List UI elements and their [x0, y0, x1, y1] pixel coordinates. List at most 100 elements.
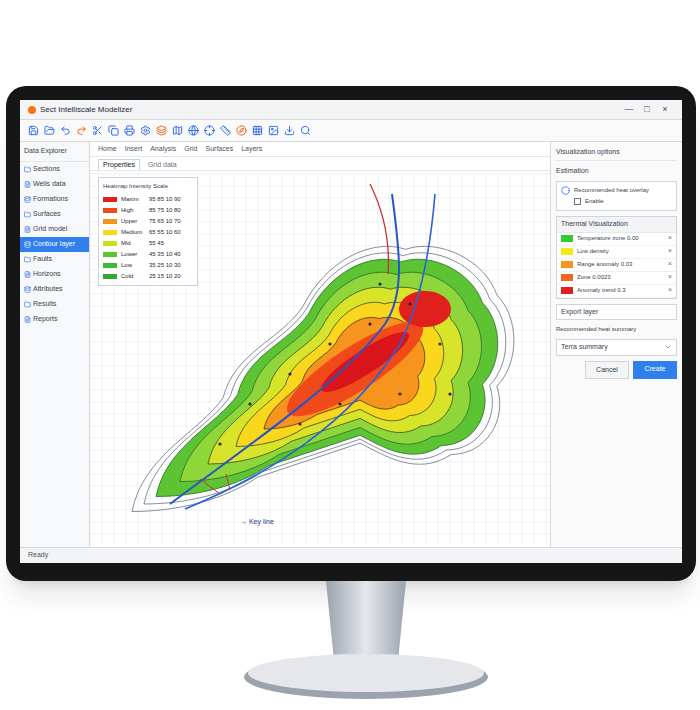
thermal-item[interactable]: Zone 0.0023× — [557, 272, 676, 285]
tool-icon[interactable] — [220, 125, 231, 136]
sidebar: Data ExplorerSectionsWells dataFormation… — [20, 142, 90, 547]
item-icon — [24, 286, 31, 293]
legend: Heatmap Intensity ScaleMaxim95 85 10 90H… — [98, 177, 198, 286]
ribbon-item[interactable]: Grid — [184, 144, 197, 155]
tool-icon[interactable] — [44, 125, 55, 136]
legend-row: Lower45 35 10 40 — [103, 250, 193, 259]
title-bar: Sect Intelliscale Modelizer—□× — [20, 100, 682, 120]
legend-swatch — [103, 263, 117, 268]
sample-point[interactable] — [328, 342, 331, 345]
sample-point[interactable] — [298, 422, 301, 425]
sample-point[interactable] — [378, 282, 381, 285]
item-icon — [24, 226, 31, 233]
thermal-item[interactable]: Low density× — [557, 246, 676, 259]
sidebar-item[interactable]: Wells data — [20, 177, 89, 192]
sidebar-item[interactable]: Attributes — [20, 282, 89, 297]
legend-row: Cold25 15 10 20 — [103, 272, 193, 281]
ribbon-item[interactable]: Layers — [241, 144, 262, 155]
tool-icon[interactable] — [156, 125, 167, 136]
tool-icon[interactable] — [28, 125, 39, 136]
item-icon — [24, 166, 31, 173]
summary-dropdown[interactable]: Terra summary — [556, 339, 677, 356]
legend-swatch — [103, 274, 117, 279]
thermal-swatch — [561, 261, 573, 268]
remove-button[interactable]: × — [668, 246, 672, 257]
tool-icon[interactable] — [124, 125, 135, 136]
map-area: Home Insert Analysis Grid Surfaces Layers Prop… — [90, 142, 550, 547]
thermal-item[interactable]: Range anomaly 0.03× — [557, 259, 676, 272]
tool-icon[interactable] — [252, 125, 263, 136]
map-tabs: Properties Grid data — [90, 157, 550, 171]
tool-icon[interactable] — [284, 125, 295, 136]
tool-icon[interactable] — [172, 125, 183, 136]
sample-point[interactable] — [288, 372, 291, 375]
sidebar-item[interactable]: Reports — [20, 312, 89, 327]
legend-row: Maxim95 85 10 90 — [103, 195, 193, 204]
tool-icon[interactable] — [268, 125, 279, 136]
ribbon-item[interactable]: Insert — [125, 144, 143, 155]
remove-button[interactable]: × — [668, 272, 672, 283]
sample-point[interactable] — [438, 342, 441, 345]
overlay-option[interactable]: Recommended heat overlayEnable — [556, 181, 677, 211]
section-label: Estimation — [556, 166, 677, 177]
sidebar-item[interactable]: Formations — [20, 192, 89, 207]
tool-icon[interactable] — [108, 125, 119, 136]
legend-swatch — [103, 241, 117, 246]
sample-point[interactable] — [408, 302, 411, 305]
enable-checkbox[interactable] — [574, 198, 581, 205]
tool-icon[interactable] — [204, 125, 215, 136]
sidebar-item[interactable]: Sections — [20, 162, 89, 177]
remove-button[interactable]: × — [668, 233, 672, 244]
sidebar-item[interactable]: Results — [20, 297, 89, 312]
sidebar-item[interactable]: Contour layer — [20, 237, 89, 252]
ribbon-item[interactable]: Analysis — [150, 144, 176, 155]
dialog-button[interactable]: Cancel — [585, 361, 629, 380]
legend-row: Medium65 55 10 60 — [103, 228, 193, 237]
tool-icon[interactable] — [300, 125, 311, 136]
item-icon — [24, 211, 31, 218]
tool-icon[interactable] — [236, 125, 247, 136]
trace-line[interactable] — [370, 184, 388, 274]
item-icon — [24, 316, 31, 323]
sample-point[interactable] — [398, 392, 401, 395]
window-control[interactable]: × — [656, 103, 674, 117]
thermal-item[interactable]: Anomaly trend 0.3× — [557, 285, 676, 298]
ribbon-item[interactable]: Surfaces — [206, 144, 234, 155]
sidebar-item[interactable]: Horizons — [20, 267, 89, 282]
map-tab[interactable]: Grid data — [144, 160, 181, 171]
thermal-item[interactable]: Temperature zone 0.00× — [557, 233, 676, 246]
tool-icon[interactable] — [140, 125, 151, 136]
export-field[interactable]: Export layer — [556, 304, 677, 321]
legend-row: Upper75 65 10 70 — [103, 217, 193, 226]
remove-button[interactable]: × — [668, 285, 672, 296]
heat-contour — [144, 253, 506, 504]
sample-point[interactable] — [448, 392, 451, 395]
toolbar — [20, 120, 682, 142]
tool-icon[interactable] — [76, 125, 87, 136]
map-canvas[interactable]: Heatmap Intensity ScaleMaxim95 85 10 90H… — [90, 171, 550, 547]
sample-point[interactable] — [218, 442, 221, 445]
list-title: Thermal Visualization — [557, 217, 676, 233]
sidebar-item[interactable]: Surfaces — [20, 207, 89, 222]
tool-icon[interactable] — [60, 125, 71, 136]
sidebar-item[interactable]: Grid model — [20, 222, 89, 237]
remove-button[interactable]: × — [668, 259, 672, 270]
status-text: Ready — [28, 550, 48, 561]
ribbon-item[interactable]: Home — [98, 144, 117, 155]
heat-core — [276, 307, 434, 431]
window-control[interactable]: — — [620, 103, 638, 117]
tool-icon[interactable] — [188, 125, 199, 136]
dialog-button[interactable]: Create — [633, 361, 677, 380]
window-title: Sect Intelliscale Modelizer — [40, 104, 620, 116]
sidebar-item[interactable]: Faults — [20, 252, 89, 267]
legend-swatch — [103, 252, 117, 257]
trace-line[interactable] — [185, 194, 435, 509]
sample-point[interactable] — [248, 402, 251, 405]
tool-icon[interactable] — [92, 125, 103, 136]
window-control[interactable]: □ — [638, 103, 656, 117]
app-window: Sect Intelliscale Modelizer—□×Data Explo… — [20, 100, 682, 563]
map-tab[interactable]: Properties — [98, 159, 140, 171]
sample-point[interactable] — [368, 322, 371, 325]
right-panel: Visualization optionsEstimationRecommend… — [550, 142, 682, 547]
sample-point[interactable] — [338, 402, 341, 405]
